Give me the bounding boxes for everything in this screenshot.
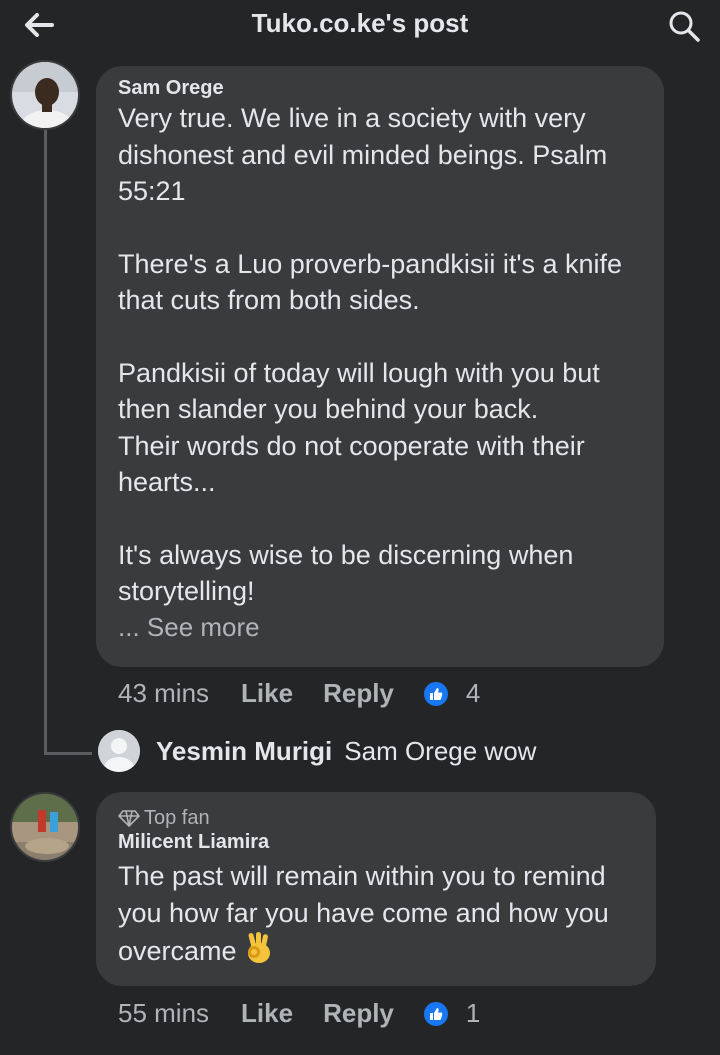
see-more-link[interactable]: ... See more xyxy=(118,610,642,644)
top-fan-badge: Top fan xyxy=(118,806,634,830)
badge-label: Top fan xyxy=(144,807,210,829)
profile-photo xyxy=(12,62,78,128)
comment-bubble: Top fan Milicent Liamira The past will r… xyxy=(96,792,656,986)
comment-paragraph: It's always wise to be discerning when s… xyxy=(118,539,574,607)
avatar[interactable] xyxy=(98,730,140,772)
avatar[interactable] xyxy=(10,60,80,130)
comment-paragraph: There's a Luo proverb-pandkisii it's a k… xyxy=(118,248,623,316)
comment-author[interactable]: Milicent Liamira xyxy=(118,830,634,854)
diamond-icon xyxy=(118,810,140,827)
like-button[interactable]: Like xyxy=(241,678,293,709)
comment-paragraph: Very true. We live in a society with ver… xyxy=(118,103,608,206)
reply-text: Sam Orege wow xyxy=(344,735,537,766)
ok-hand-emoji xyxy=(244,931,274,975)
page-title: Tuko.co.ke's post xyxy=(251,8,469,38)
comment-time: 43 mins xyxy=(118,678,210,708)
reply-button[interactable]: Reply xyxy=(323,678,394,709)
comment-time: 55 mins xyxy=(118,998,210,1028)
avatar[interactable] xyxy=(10,792,80,862)
reply-item[interactable]: Yesmin Murigi Sam Orege wow xyxy=(98,730,536,772)
comment-bubble: Sam Orege Very true. We live in a societ… xyxy=(96,66,664,667)
header-bar: Tuko.co.ke's post xyxy=(0,0,720,52)
thread-line xyxy=(44,128,47,754)
comment-text: The past will remain within you to remin… xyxy=(118,858,634,975)
comment-text: Very true. We live in a society with ver… xyxy=(118,100,642,610)
comment-paragraph: Pandkisii of today will lough with you b… xyxy=(118,357,600,498)
thread-connector xyxy=(44,752,92,755)
like-button[interactable]: Like xyxy=(241,998,293,1029)
reaction-count[interactable]: 4 xyxy=(466,678,480,709)
comment-author[interactable]: Sam Orege xyxy=(118,76,642,100)
reply-author[interactable]: Yesmin Murigi xyxy=(156,736,332,767)
like-reaction-icon[interactable] xyxy=(423,1001,448,1026)
comment-actions: 55 mins Like Reply 1 xyxy=(118,998,480,1029)
profile-photo xyxy=(12,794,78,860)
search-icon xyxy=(669,11,700,42)
search-button[interactable] xyxy=(666,8,702,44)
default-avatar-icon xyxy=(98,730,140,772)
like-reaction-icon[interactable] xyxy=(423,681,448,706)
reaction-count[interactable]: 1 xyxy=(466,998,480,1029)
reply-button[interactable]: Reply xyxy=(323,998,394,1029)
comment-paragraph: The past will remain within you to remin… xyxy=(118,861,609,966)
comment-actions: 43 mins Like Reply 4 xyxy=(118,678,480,709)
